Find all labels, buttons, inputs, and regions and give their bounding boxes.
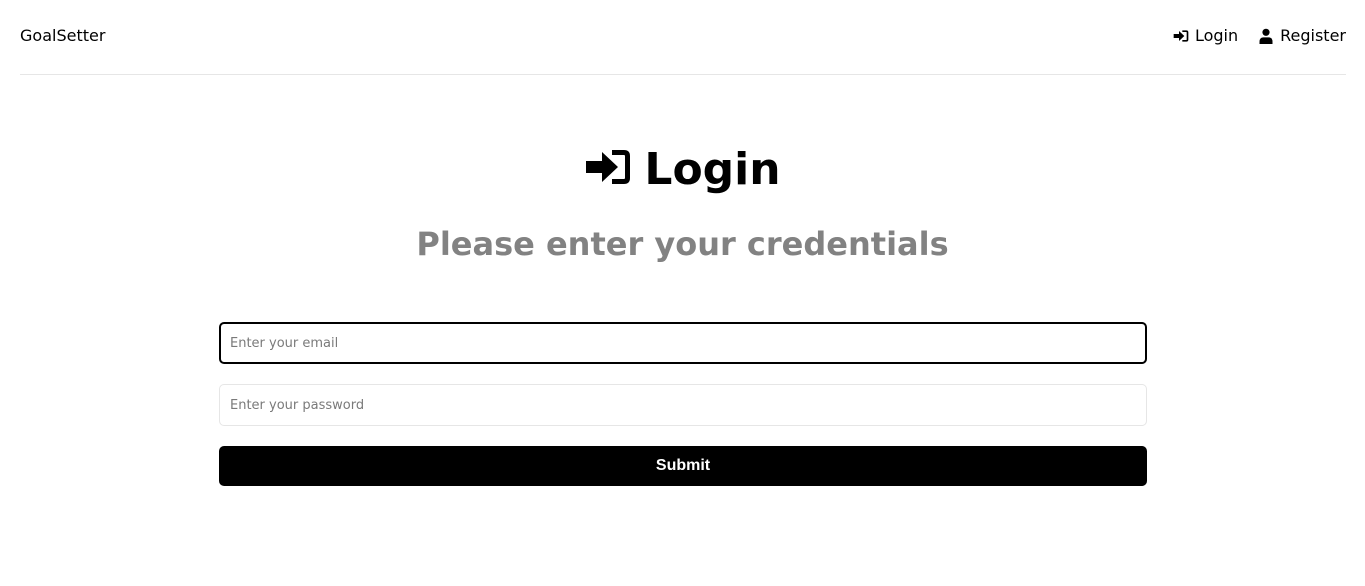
site-header: GoalSetter Login Register bbox=[20, 0, 1346, 75]
user-icon bbox=[1259, 28, 1273, 44]
sign-in-icon bbox=[1173, 29, 1189, 42]
submit-button[interactable]: Submit bbox=[219, 446, 1147, 486]
nav-register-label: Register bbox=[1280, 26, 1346, 45]
brand-logo-link[interactable]: GoalSetter bbox=[20, 26, 105, 45]
password-field[interactable] bbox=[219, 384, 1147, 426]
nav-login-label: Login bbox=[1194, 26, 1239, 45]
nav-register-link[interactable]: Register bbox=[1258, 26, 1346, 45]
page-heading: Login bbox=[0, 140, 1365, 200]
page-subtitle: Please enter your credentials bbox=[416, 225, 949, 263]
sign-in-icon bbox=[586, 150, 631, 184]
login-form: Submit bbox=[219, 322, 1147, 486]
top-nav: Login Register bbox=[1173, 26, 1346, 45]
email-field[interactable] bbox=[219, 322, 1147, 364]
page-title: Login bbox=[644, 144, 781, 195]
nav-login-link[interactable]: Login bbox=[1173, 26, 1238, 45]
